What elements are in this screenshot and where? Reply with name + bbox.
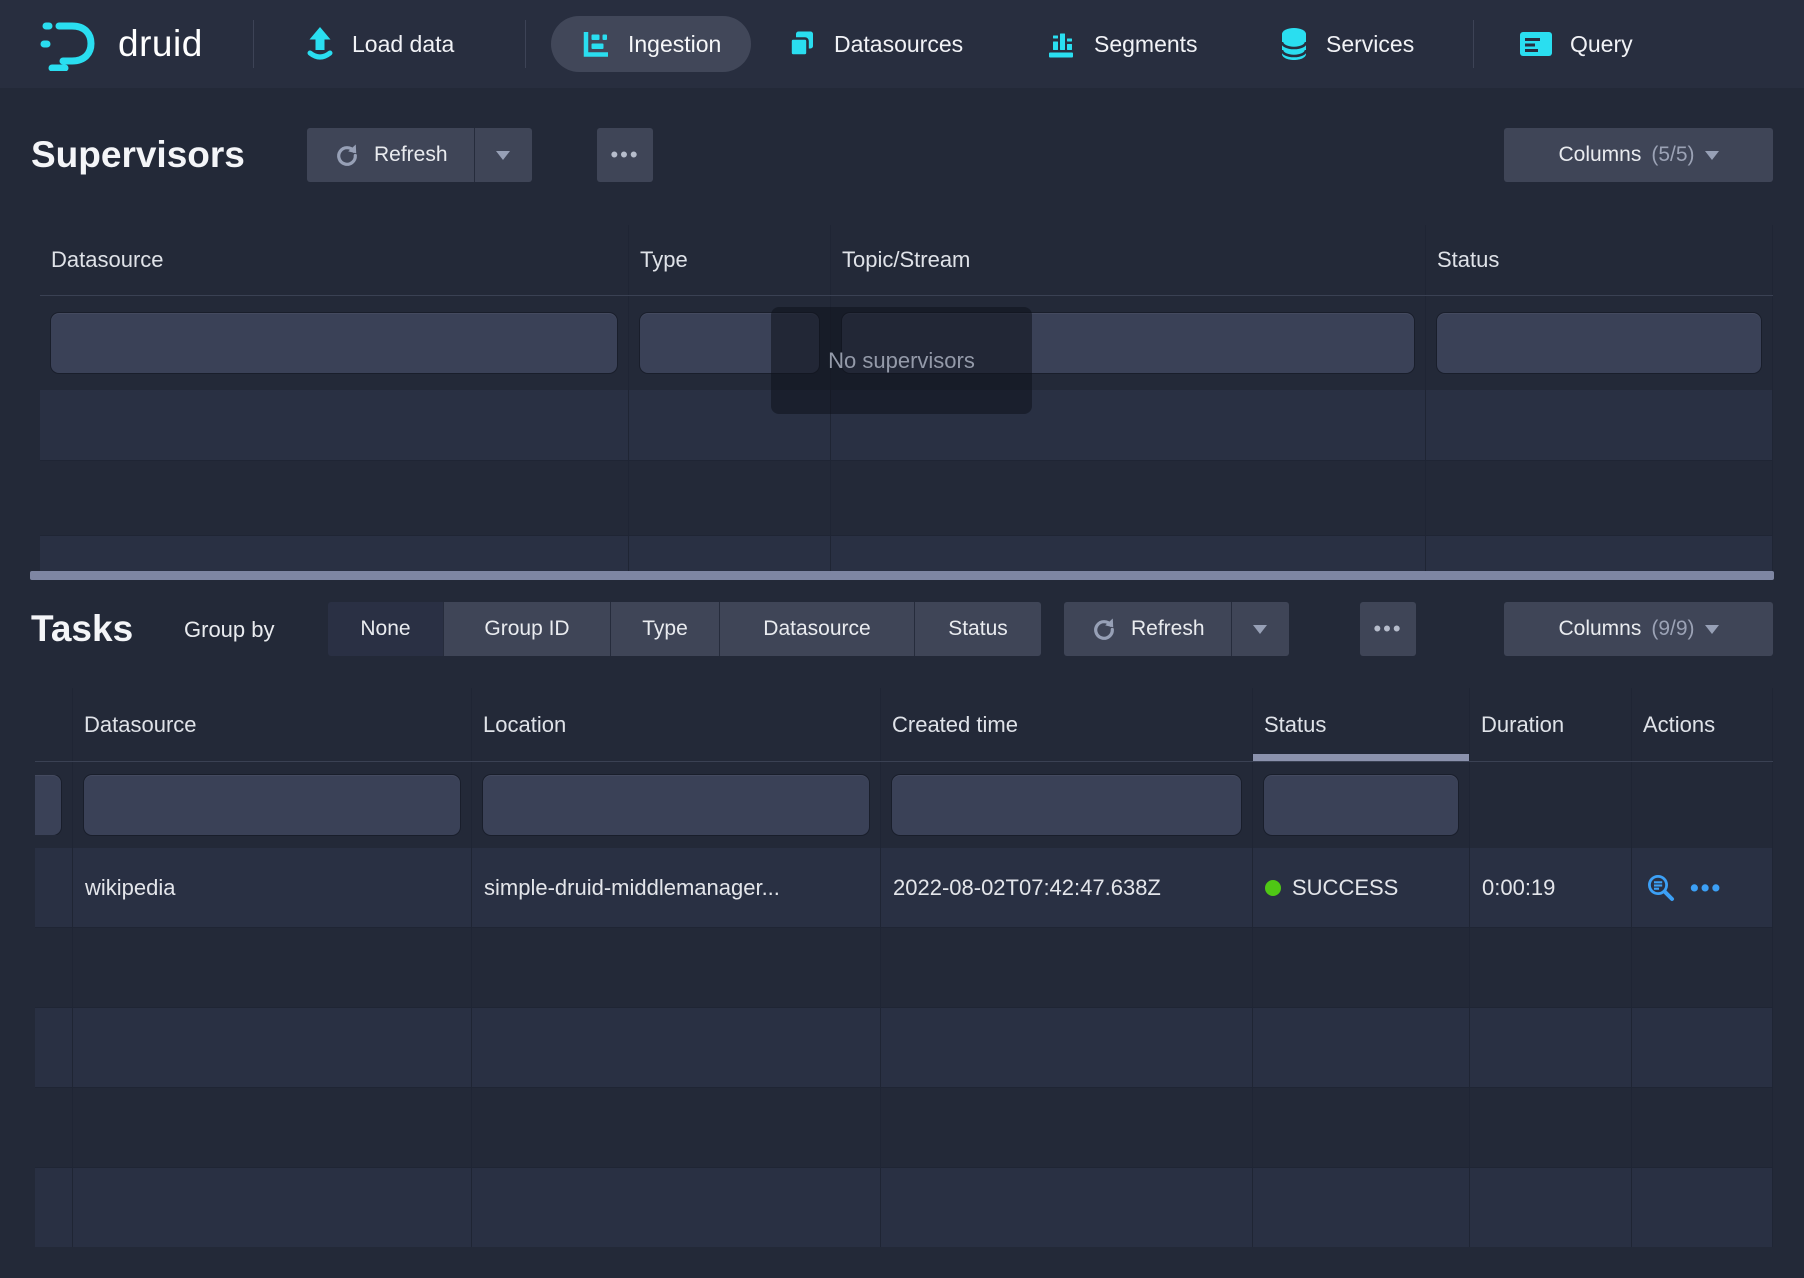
no-supervisors-message: No supervisors [771, 307, 1032, 414]
chevron-down-icon [1705, 625, 1719, 634]
task-actions-menu-icon[interactable]: ••• [1690, 874, 1722, 902]
tasks-empty-row [35, 1008, 1773, 1088]
supervisors-filter-datasource[interactable] [51, 313, 617, 373]
supervisors-column-header-topic-stream[interactable]: Topic/Stream [831, 225, 1426, 295]
columns-label: Columns [1558, 617, 1641, 641]
tasks-empty-row [35, 928, 1773, 1008]
supervisors-column-header-status[interactable]: Status [1426, 225, 1773, 295]
nav-item-query[interactable]: Query [1519, 0, 1633, 88]
view-details-magnifier-icon[interactable] [1646, 873, 1676, 903]
tasks-filter-location[interactable] [483, 775, 869, 835]
tasks-column-header-actions[interactable]: Actions [1632, 688, 1773, 761]
druid-logo[interactable]: druid [38, 0, 203, 88]
nav-divider [253, 20, 254, 68]
refresh-label: Refresh [374, 143, 448, 167]
tasks-column-header-created-time[interactable]: Created time [881, 688, 1253, 761]
chevron-down-icon [496, 151, 510, 160]
tasks-table: Datasource Location Created time Status … [35, 688, 1773, 1248]
supervisors-filter-status[interactable] [1437, 313, 1761, 373]
supervisors-columns-button[interactable]: Columns (5/5) [1504, 128, 1773, 182]
refresh-icon [333, 142, 359, 168]
tasks-columns-button[interactable]: Columns (9/9) [1504, 602, 1773, 656]
supervisors-refresh-button[interactable]: Refresh [307, 128, 474, 182]
nav-item-label: Segments [1094, 31, 1198, 58]
status-label: SUCCESS [1292, 875, 1398, 901]
tasks-column-header-location[interactable]: Location [472, 688, 881, 761]
nav-divider [1473, 20, 1474, 68]
top-nav: druid Load data Ingestion [0, 0, 1804, 88]
group-by-group-id-button[interactable]: Group ID [443, 602, 610, 656]
group-by-status-button[interactable]: Status [914, 602, 1041, 656]
tasks-filter-hidden-column[interactable] [35, 775, 61, 835]
gantt-chart-icon [581, 29, 611, 59]
console-icon [1519, 30, 1553, 58]
refresh-label: Refresh [1131, 617, 1205, 641]
supervisors-title: Supervisors [31, 128, 245, 182]
sort-indicator [1253, 754, 1469, 761]
nav-divider [525, 20, 526, 68]
tasks-filter-hidden-column-clip [35, 775, 63, 835]
nav-item-datasources[interactable]: Datasources [787, 0, 963, 88]
columns-count: (5/5) [1651, 143, 1694, 167]
nav-item-label: Ingestion [628, 31, 721, 58]
nav-item-segments[interactable]: Segments [1045, 0, 1198, 88]
task-actions-cell: ••• [1632, 848, 1773, 927]
chevron-down-icon [1705, 151, 1719, 160]
nav-item-services[interactable]: Services [1279, 0, 1414, 88]
tasks-column-header-status[interactable]: Status [1253, 688, 1470, 761]
header-label: Status [1264, 712, 1326, 738]
nav-item-label: Datasources [834, 31, 963, 58]
refresh-icon [1090, 616, 1116, 642]
group-by-label: Group by [184, 616, 275, 644]
druid-logo-icon [38, 17, 104, 71]
supervisors-column-header-type[interactable]: Type [629, 225, 831, 295]
tasks-column-header-cut [35, 688, 73, 761]
tasks-column-header-duration[interactable]: Duration [1470, 688, 1632, 761]
nav-item-ingestion[interactable]: Ingestion [551, 16, 751, 72]
bar-chart-icon [1045, 29, 1077, 59]
task-duration-cell: 0:00:19 [1470, 848, 1632, 927]
tasks-column-header-datasource[interactable]: Datasource [73, 688, 472, 761]
layers-icon [787, 29, 817, 59]
tasks-filter-datasource[interactable] [84, 775, 460, 835]
tasks-more-button[interactable]: ••• [1360, 602, 1416, 656]
nav-item-label: Query [1570, 31, 1633, 58]
supervisors-column-header-datasource[interactable]: Datasource [40, 225, 629, 295]
columns-label: Columns [1558, 143, 1641, 167]
group-by-type-button[interactable]: Type [610, 602, 719, 656]
tasks-refresh-button[interactable]: Refresh [1064, 602, 1231, 656]
supervisors-empty-row [40, 461, 1773, 536]
group-by-none-button[interactable]: None [328, 602, 443, 656]
columns-count: (9/9) [1651, 617, 1694, 641]
task-location-cell: simple-druid-middlemanager... [472, 848, 881, 927]
upload-icon [305, 26, 335, 62]
task-created-time-cell: 2022-08-02T07:42:47.638Z [881, 848, 1253, 927]
tasks-filter-created-time[interactable] [892, 775, 1241, 835]
task-row-wikipedia: wikipedia simple-druid-middlemanager... … [35, 848, 1773, 928]
tasks-refresh-split: Refresh [1064, 602, 1289, 656]
tasks-refresh-interval-button[interactable] [1231, 602, 1289, 656]
task-datasource-cell: wikipedia [73, 848, 472, 927]
nav-item-load-data[interactable]: Load data [305, 0, 454, 88]
supervisors-horizontal-scrollbar[interactable] [30, 571, 1774, 580]
tasks-title: Tasks [31, 602, 133, 656]
tasks-filter-status[interactable] [1264, 775, 1458, 835]
nav-item-label: Services [1326, 31, 1414, 58]
success-status-dot [1265, 880, 1281, 896]
database-icon [1279, 27, 1309, 61]
supervisors-more-button[interactable]: ••• [597, 128, 653, 182]
tasks-empty-row [35, 1168, 1773, 1247]
supervisors-refresh-interval-button[interactable] [474, 128, 532, 182]
task-status-cell: SUCCESS [1253, 848, 1470, 927]
nav-item-label: Load data [352, 31, 454, 58]
tasks-group-by-buttons: None Group ID Type Datasource Status [328, 602, 1041, 656]
chevron-down-icon [1253, 625, 1267, 634]
group-by-datasource-button[interactable]: Datasource [719, 602, 914, 656]
druid-wordmark: druid [118, 23, 203, 65]
supervisors-refresh-split: Refresh [307, 128, 532, 182]
tasks-empty-row [35, 1088, 1773, 1168]
